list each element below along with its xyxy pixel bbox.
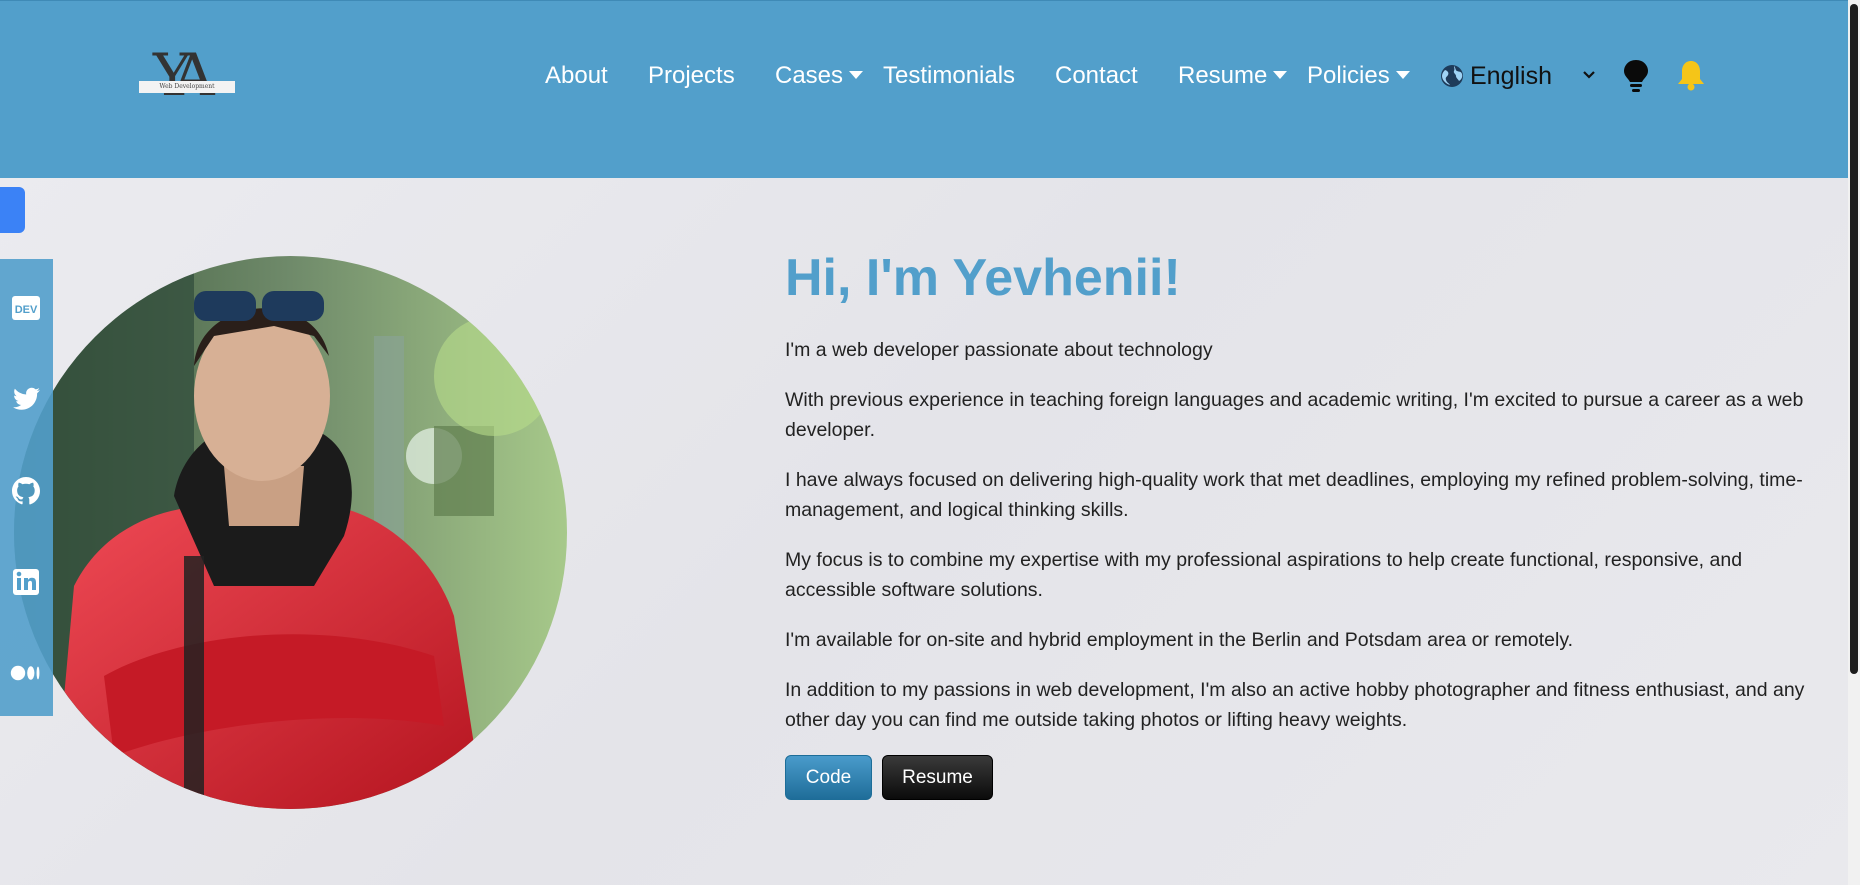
twitter-icon[interactable] [10, 383, 42, 415]
page-title: Hi, I'm Yevhenii! [785, 249, 1181, 307]
intro-paragraph: I'm a web developer passionate about tec… [785, 339, 1213, 361]
bell-icon[interactable] [1676, 59, 1706, 91]
intro-paragraph: My focus is to combine my expertise with… [785, 549, 1743, 601]
caret-down-icon [1395, 70, 1410, 79]
code-button[interactable]: Code [785, 755, 872, 800]
page: YA Web Development About Projects Cases … [0, 0, 1860, 885]
dev-icon[interactable]: DEV [10, 292, 42, 324]
logo-letters: YA [153, 41, 215, 109]
svg-text:DEV: DEV [15, 304, 38, 316]
logo-tagline: Web Development [139, 81, 235, 93]
nav-resume-label: Resume [1178, 62, 1268, 89]
nav-projects[interactable]: Projects [648, 56, 735, 96]
language-select[interactable]: English [1440, 56, 1600, 96]
cta-buttons: Code Resume [785, 755, 1835, 801]
intro-section: Hi, I'm Yevhenii! I'm a web developer pa… [785, 245, 1835, 801]
nav-policies[interactable]: Policies [1307, 56, 1410, 96]
site-header: YA Web Development About Projects Cases … [0, 0, 1848, 178]
resume-button[interactable]: Resume [882, 755, 993, 800]
github-icon[interactable] [10, 475, 42, 507]
nav-policies-label: Policies [1307, 62, 1390, 89]
nav-about[interactable]: About [545, 56, 608, 96]
profile-photo [14, 256, 567, 809]
site-logo[interactable]: YA Web Development [139, 43, 237, 107]
scrollbar-thumb[interactable] [1850, 4, 1858, 674]
nav-projects-label: Projects [648, 62, 735, 89]
nav-about-label: About [545, 62, 608, 89]
nav-testimonials-label: Testimonials [883, 62, 1016, 89]
intro-paragraph: In addition to my passions in web develo… [785, 679, 1805, 731]
caret-down-icon [1273, 70, 1288, 79]
language-label: English [1470, 62, 1552, 90]
linkedin-icon[interactable] [10, 566, 42, 598]
nav-cases-label: Cases [775, 62, 844, 89]
intro-paragraph: I have always focused on delivering high… [785, 469, 1803, 521]
intro-paragraph: With previous experience in teaching for… [785, 389, 1804, 441]
social-sidebar: DEV [0, 259, 53, 716]
nav-cases[interactable]: Cases [775, 56, 864, 96]
nav-contact[interactable]: Contact [1055, 56, 1138, 96]
lightbulb-icon[interactable] [1623, 59, 1649, 93]
medium-icon[interactable] [10, 657, 42, 689]
intro-paragraph: I'm available for on-site and hybrid emp… [785, 629, 1574, 651]
nav-contact-label: Contact [1055, 62, 1138, 89]
nav-resume[interactable]: Resume [1178, 56, 1288, 96]
nav-testimonials[interactable]: Testimonials [883, 56, 1015, 96]
caret-down-icon [849, 70, 864, 79]
side-panel-toggle[interactable] [0, 187, 25, 233]
chevron-down-icon [1583, 71, 1595, 79]
globe-icon [1441, 65, 1463, 87]
